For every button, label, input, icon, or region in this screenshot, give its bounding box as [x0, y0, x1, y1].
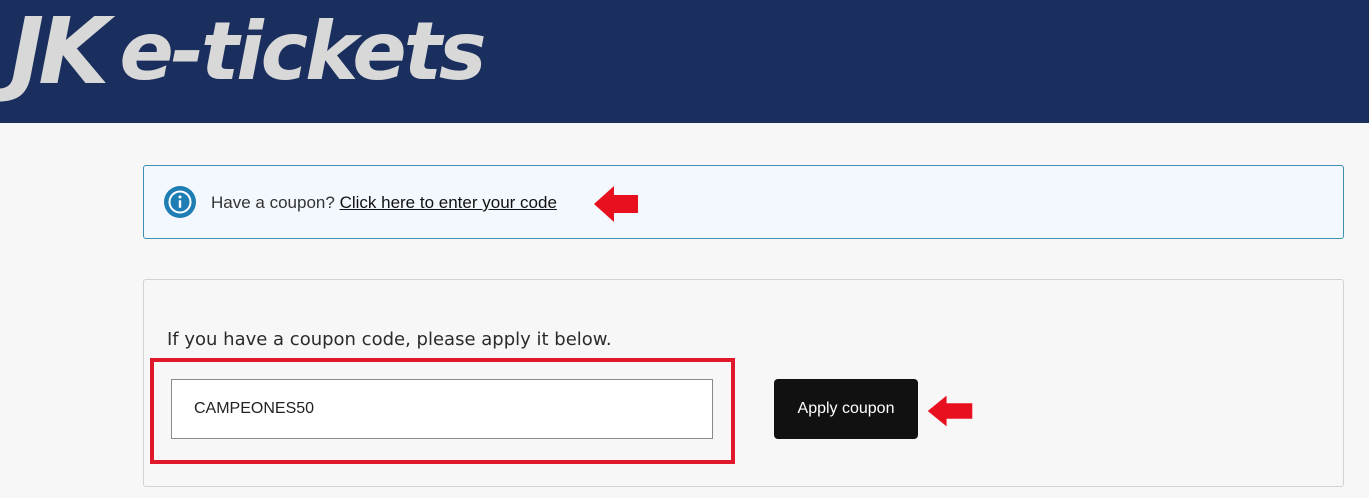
coupon-prompt: If you have a coupon code, please apply …	[167, 329, 612, 350]
enter-coupon-link[interactable]: Click here to enter your code	[340, 193, 557, 212]
left-arrow-icon	[594, 186, 638, 222]
site-logo[interactable]: JK e-tickets	[10, 0, 487, 105]
apply-coupon-button[interactable]: Apply coupon	[774, 379, 918, 439]
logo-mark: JK	[10, 0, 110, 105]
left-arrow-icon	[927, 395, 973, 427]
logo-text: e-tickets	[119, 5, 487, 98]
site-header: JK e-tickets	[0, 0, 1369, 123]
info-icon	[164, 186, 196, 218]
notice-label: Have a coupon?	[211, 193, 335, 212]
notice-text: Have a coupon? Click here to enter your …	[211, 193, 557, 213]
input-highlight-box	[150, 358, 735, 464]
coupon-notice: Have a coupon? Click here to enter your …	[143, 165, 1344, 239]
